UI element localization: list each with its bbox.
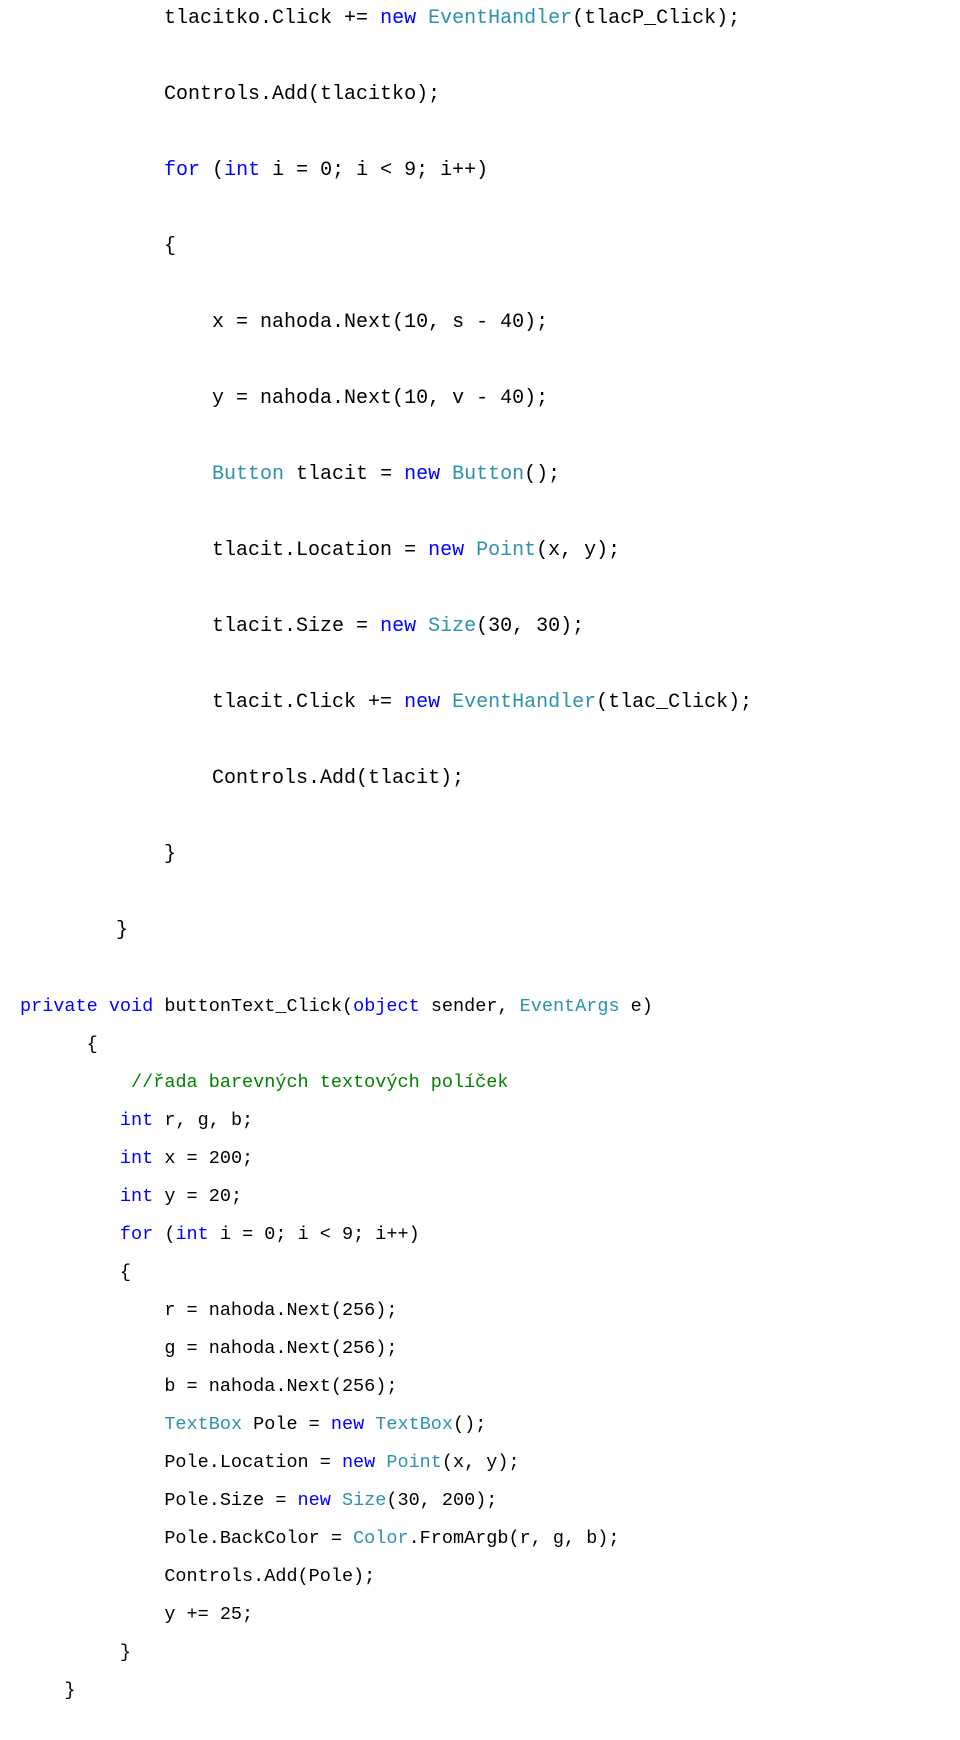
code-line: {	[20, 1262, 131, 1283]
code-line: g = nahoda.Next(256);	[20, 1338, 397, 1359]
code-line: r = nahoda.Next(256);	[20, 1300, 397, 1321]
code-line: for (int i = 0; i < 9; i++)	[20, 1224, 420, 1245]
code-line: Pole.BackColor = Color.FromArgb(r, g, b)…	[20, 1528, 620, 1549]
code-line: Pole.Location = new Point(x, y);	[20, 1452, 520, 1473]
code-line: Button tlacit = new Button();	[20, 463, 560, 486]
code-line: private void buttonText_Click(object sen…	[20, 996, 653, 1017]
code-line: x = nahoda.Next(10, s - 40);	[20, 311, 548, 334]
code-block: tlacitko.Click += new EventHandler(tlacP…	[20, 0, 940, 1710]
code-line: }	[20, 919, 128, 942]
code-line: tlacitko.Click += new EventHandler(tlacP…	[20, 7, 740, 30]
code-line: tlacit.Click += new EventHandler(tlac_Cl…	[20, 691, 752, 714]
code-line: {	[20, 235, 176, 258]
code-line: tlacit.Location = new Point(x, y);	[20, 539, 620, 562]
code-line: TextBox Pole = new TextBox();	[20, 1414, 486, 1435]
code-line: Controls.Add(Pole);	[20, 1566, 375, 1587]
code-line: }	[20, 843, 176, 866]
code-line: //řada barevných textových políček	[20, 1072, 509, 1093]
code-line: Controls.Add(tlacit);	[20, 767, 464, 790]
code-line: int y = 20;	[20, 1186, 242, 1207]
code-page: tlacitko.Click += new EventHandler(tlacP…	[0, 0, 960, 1740]
code-line: for (int i = 0; i < 9; i++)	[20, 159, 488, 182]
code-line: y += 25;	[20, 1604, 253, 1625]
code-line: {	[20, 1034, 98, 1055]
code-line: Pole.Size = new Size(30, 200);	[20, 1490, 497, 1511]
code-line: y = nahoda.Next(10, v - 40);	[20, 387, 548, 410]
code-line: }	[20, 1642, 131, 1663]
code-line: int x = 200;	[20, 1148, 253, 1169]
code-line: int r, g, b;	[20, 1110, 253, 1131]
code-line: Controls.Add(tlacitko);	[20, 83, 440, 106]
code-line: b = nahoda.Next(256);	[20, 1376, 397, 1397]
code-line: tlacit.Size = new Size(30, 30);	[20, 615, 584, 638]
code-line: }	[20, 1680, 76, 1701]
